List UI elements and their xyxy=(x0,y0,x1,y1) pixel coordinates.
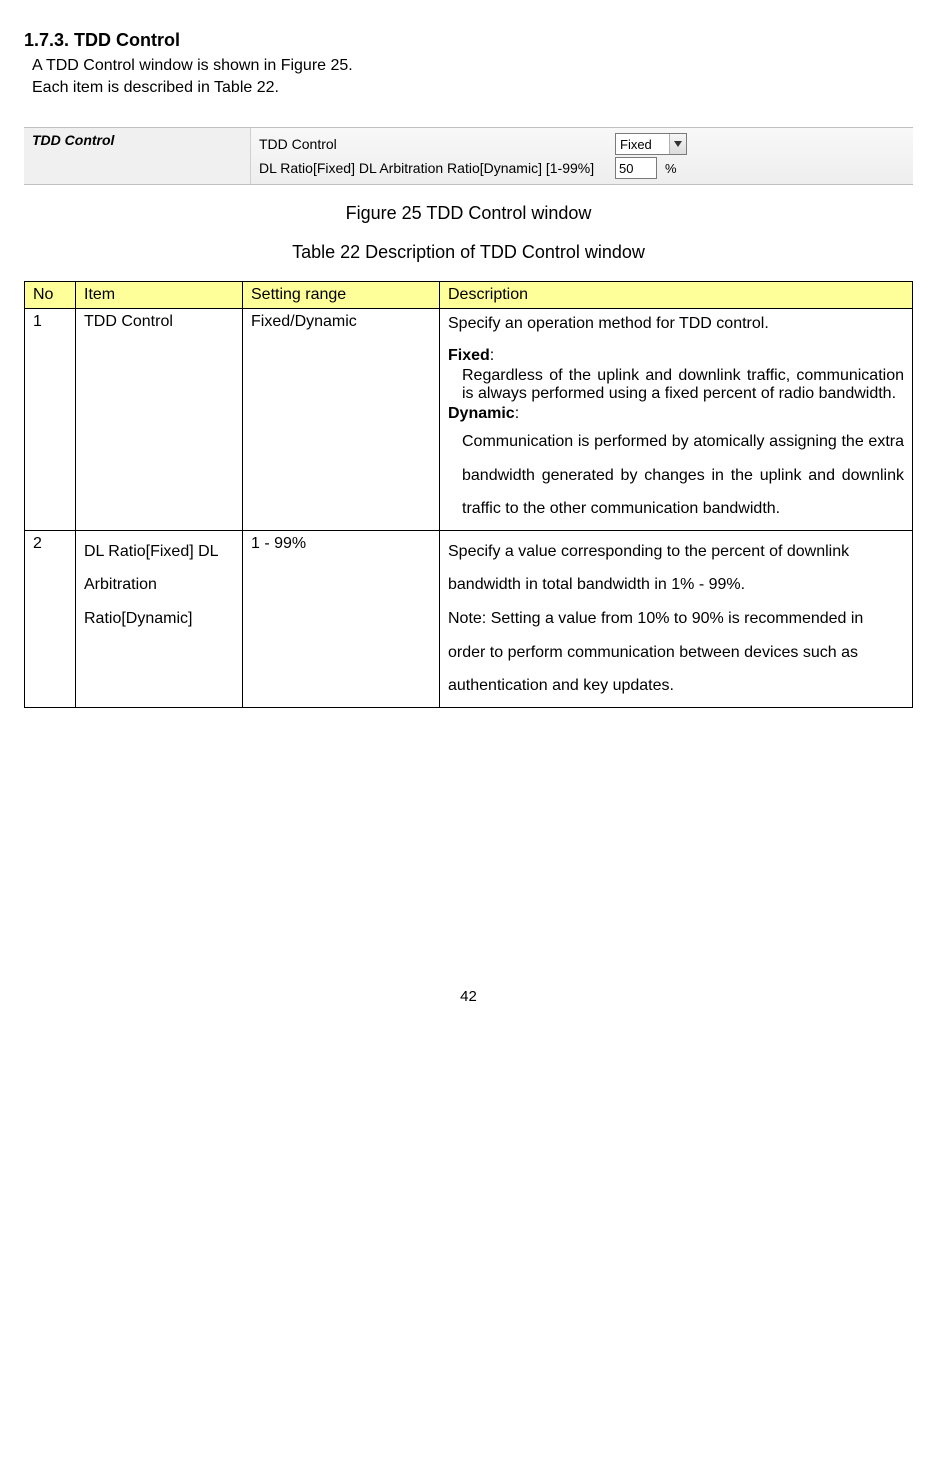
description-table: No Item Setting range Description 1 TDD … xyxy=(24,281,913,708)
dl-ratio-label: DL Ratio[Fixed] DL Arbitration Ratio[Dyn… xyxy=(259,160,609,176)
page-number: 42 xyxy=(24,988,913,1005)
dl-ratio-unit: % xyxy=(665,161,677,176)
tdd-section-title: TDD Control xyxy=(24,128,251,184)
header-item: Item xyxy=(76,282,243,309)
chevron-down-icon xyxy=(669,134,686,154)
header-no: No xyxy=(25,282,76,309)
table-row: 1 TDD Control Fixed/Dynamic Specify an o… xyxy=(25,309,913,531)
figure-caption: Figure 25 TDD Control window xyxy=(24,203,913,224)
section-heading: 1.7.3. TDD Control xyxy=(24,30,913,51)
cell-no: 2 xyxy=(25,530,76,707)
desc-main: Specify a value corresponding to the per… xyxy=(448,543,849,594)
tdd-control-label: TDD Control xyxy=(259,136,609,152)
tdd-control-select-value: Fixed xyxy=(616,137,669,152)
cell-range: Fixed/Dynamic xyxy=(243,309,440,531)
header-desc: Description xyxy=(440,282,913,309)
dynamic-label: Dynamic xyxy=(448,405,515,422)
cell-item: TDD Control xyxy=(76,309,243,531)
tdd-control-window: TDD Control TDD Control Fixed DL Ratio[F… xyxy=(24,127,913,185)
figure-block: TDD Control TDD Control Fixed DL Ratio[F… xyxy=(24,127,913,224)
table-header-row: No Item Setting range Description xyxy=(25,282,913,309)
header-range: Setting range xyxy=(243,282,440,309)
intro-line-2: Each item is described in Table 22. xyxy=(32,79,913,97)
fixed-text: Regardless of the uplink and downlink tr… xyxy=(448,367,904,403)
table-caption: Table 22 Description of TDD Control wind… xyxy=(24,242,913,263)
table-row: 2 DL Ratio[Fixed] DL Arbitration Ratio[D… xyxy=(25,530,913,707)
desc-lead: Specify an operation method for TDD cont… xyxy=(448,315,904,333)
cell-desc: Specify a value corresponding to the per… xyxy=(440,530,913,707)
cell-no: 1 xyxy=(25,309,76,531)
desc-note: Note: Setting a value from 10% to 90% is… xyxy=(448,610,863,694)
dynamic-text: Communication is performed by atomically… xyxy=(448,425,904,526)
cell-item: DL Ratio[Fixed] DL Arbitration Ratio[Dyn… xyxy=(76,530,243,707)
cell-desc: Specify an operation method for TDD cont… xyxy=(440,309,913,531)
cell-range: 1 - 99% xyxy=(243,530,440,707)
dl-ratio-input[interactable]: 50 xyxy=(615,157,657,179)
fixed-label: Fixed xyxy=(448,347,490,364)
tdd-control-select[interactable]: Fixed xyxy=(615,133,687,155)
intro-line-1: A TDD Control window is shown in Figure … xyxy=(32,57,913,75)
